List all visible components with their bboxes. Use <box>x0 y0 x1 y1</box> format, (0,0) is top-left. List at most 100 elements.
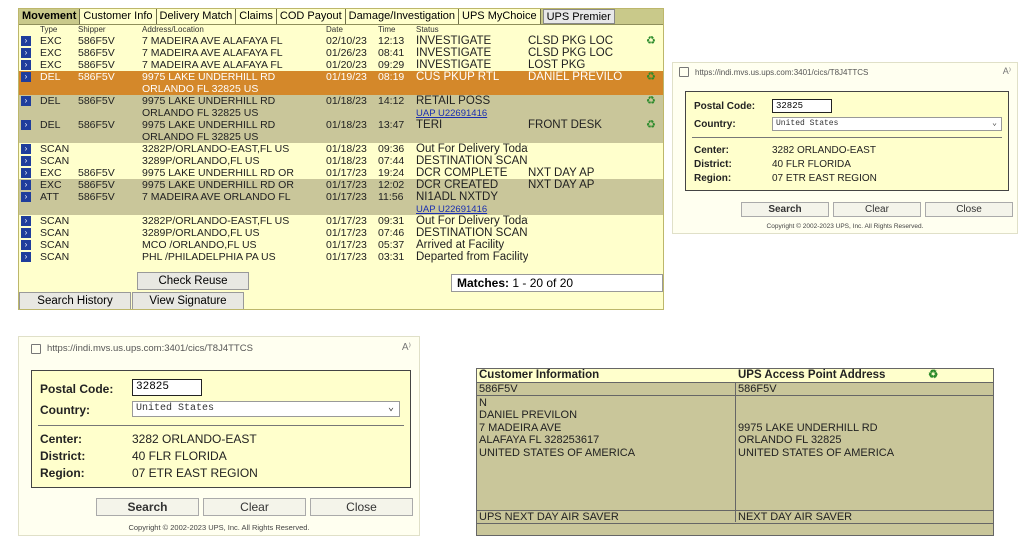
cell-address: 7 MADEIRA AVE ORLANDO FL <box>142 191 291 203</box>
cell-time: 07:46 <box>378 227 405 239</box>
cell-type: SCAN <box>40 215 70 227</box>
tab-customer-info[interactable]: Customer Info <box>80 9 157 24</box>
access-point-lines: 586F5V 9975 LAKE UNDERHILL RD ORLANDO FL 3… <box>738 383 894 459</box>
table-row[interactable]: › SCAN 3289P/ORLANDO,FL US 01/18/23 07:44 DES… <box>19 155 663 167</box>
cell-status: DESTINATION SCAN <box>416 155 528 167</box>
row-select-icon[interactable]: › <box>21 144 31 154</box>
tab-claims[interactable]: Claims <box>236 9 277 24</box>
row-select-icon[interactable]: › <box>21 180 31 190</box>
close-button[interactable]: Close <box>925 202 1013 217</box>
customer-info-lines: 586F5V N DANIEL PREVILON 7 MADEIRA AVE ALAFA… <box>479 383 635 459</box>
table-row[interactable]: › SCAN 3282P/ORLANDO-EAST,FL US 01/17/23 09:… <box>19 215 663 227</box>
cell-address-line2: ORLANDO FL 32825 US <box>142 83 259 95</box>
cell-time: 19:24 <box>378 167 405 179</box>
cell-time: 05:37 <box>378 239 405 251</box>
table-row[interactable]: › SCAN PHL /PHILADELPHIA PA US 01/17/23 03:3… <box>19 251 663 263</box>
row-select-icon[interactable]: › <box>21 192 31 202</box>
row-select-icon[interactable]: › <box>21 252 31 262</box>
table-row[interactable]: › EXC 586F5V 9975 LAKE UNDERHILL RD OR 01/17… <box>19 179 663 191</box>
divider <box>692 137 1002 138</box>
cell-time: 08:41 <box>378 47 405 59</box>
table-row[interactable]: › ATT 586F5V 7 MADEIRA AVE ORLANDO FL 01/17/… <box>19 191 663 215</box>
cell-shipper <box>78 227 142 239</box>
row-select-icon[interactable]: › <box>21 96 31 106</box>
cell-type: SCAN <box>40 227 70 239</box>
cell-date: 01/18/23 <box>326 143 367 155</box>
uap-link[interactable]: UAP U22691416 <box>416 204 487 215</box>
table-row[interactable]: › SCAN 3289P/ORLANDO,FL US 01/17/23 07:46 DES… <box>19 227 663 239</box>
country-select[interactable]: United States ⌄ <box>132 401 400 417</box>
search-button[interactable]: Search <box>96 498 199 516</box>
row-select-icon[interactable]: › <box>21 36 31 46</box>
cell-extra <box>528 191 646 215</box>
uap-link[interactable]: UAP U22691416 <box>416 108 487 119</box>
row-select-icon[interactable]: › <box>21 240 31 250</box>
url-bar[interactable]: https://indi.mvs.us.ups.com:3401/cics/T8… <box>679 67 868 77</box>
tab-ups-mychoice[interactable]: UPS MyChoice <box>459 9 541 24</box>
customer-info-header: Customer Information <box>477 369 738 383</box>
cell-address: 7 MADEIRA AVE ALAFAYA FL <box>142 59 283 71</box>
access-point-header: UPS Access Point Address ♻ <box>736 369 993 383</box>
cell-shipper: 586F5V <box>78 59 115 71</box>
tab-delivery-match[interactable]: Delivery Match <box>156 9 237 24</box>
row-select-icon[interactable]: › <box>21 120 31 130</box>
postal-code-label: Postal Code: <box>694 101 756 112</box>
view-signature-button[interactable]: View Signature <box>132 292 244 309</box>
row-select-icon[interactable]: › <box>21 216 31 226</box>
tab-ups-premier[interactable]: UPS Premier <box>542 9 615 24</box>
table-row[interactable]: › DEL 586F5V 9975 LAKE UNDERHILL RD ORLANDO … <box>19 71 663 95</box>
cell-type: EXC <box>40 179 62 191</box>
recycle-icon: ♻ <box>646 71 656 83</box>
close-button[interactable]: Close <box>310 498 413 516</box>
info-line: ALAFAYA FL 328253617 <box>479 434 600 446</box>
table-row[interactable]: › EXC 586F5V 7 MADEIRA AVE ALAFAYA FL 02/10/… <box>19 35 663 47</box>
tab-movement[interactable]: Movement <box>19 9 81 24</box>
url-bar[interactable]: https://indi.mvs.us.ups.com:3401/cics/T8… <box>31 343 253 354</box>
district-value: 40 FLR FLORIDA <box>772 159 851 170</box>
cell-type: EXC <box>40 47 62 59</box>
cell-shipper: 586F5V <box>78 179 115 191</box>
table-row[interactable]: › EXC 586F5V 7 MADEIRA AVE ALAFAYA FL 01/26/… <box>19 47 663 59</box>
check-reuse-button[interactable]: Check Reuse <box>137 272 249 290</box>
row-select-icon[interactable]: › <box>21 156 31 166</box>
cell-status: TERI <box>416 119 443 131</box>
search-history-button[interactable]: Search History <box>19 292 131 309</box>
center-label: Center: <box>40 432 83 446</box>
info-line <box>738 409 894 422</box>
cell-date: 01/17/23 <box>326 179 367 191</box>
clear-button[interactable]: Clear <box>203 498 306 516</box>
postal-code-input[interactable]: 32825 <box>132 379 202 396</box>
row-select-icon[interactable]: › <box>21 60 31 70</box>
cell-address: 9975 LAKE UNDERHILL RD <box>142 95 276 107</box>
tab-damage-investigation[interactable]: Damage/Investigation <box>345 9 460 24</box>
cell-extra <box>528 215 646 227</box>
table-row[interactable]: › EXC 586F5V 9975 LAKE UNDERHILL RD OR 01/17… <box>19 167 663 179</box>
cell-shipper: 586F5V <box>78 47 115 59</box>
table-row[interactable]: › DEL 586F5V 9975 LAKE UNDERHILL RD ORLANDO … <box>19 119 663 143</box>
search-button[interactable]: Search <box>741 202 829 217</box>
reader-mode-icon[interactable]: A⁾ <box>1003 66 1011 77</box>
cell-time: 09:29 <box>378 59 405 71</box>
cell-extra: NXT DAY AP <box>528 179 595 191</box>
cell-date: 01/17/23 <box>326 215 367 227</box>
clear-button[interactable]: Clear <box>833 202 921 217</box>
table-row[interactable]: › SCAN 3282P/ORLANDO-EAST,FL US 01/18/23 09:… <box>19 143 663 155</box>
row-select-icon[interactable]: › <box>21 48 31 58</box>
col-status: Status <box>416 25 439 34</box>
row-select-icon[interactable]: › <box>21 72 31 82</box>
tab-cod-payout[interactable]: COD Payout <box>276 9 346 24</box>
country-select[interactable]: United States ⌄ <box>772 117 1002 131</box>
table-row[interactable]: › DEL 586F5V 9975 LAKE UNDERHILL RD ORLANDO … <box>19 95 663 119</box>
cell-shipper: 586F5V <box>78 95 115 107</box>
cell-extra <box>528 143 646 155</box>
service-right: NEXT DAY AIR SAVER <box>738 511 853 523</box>
postal-code-input[interactable]: 32825 <box>772 99 832 113</box>
cell-time: 08:19 <box>378 71 405 83</box>
reader-mode-icon[interactable]: A⁾ <box>402 342 411 353</box>
row-select-icon[interactable]: › <box>21 168 31 178</box>
table-row[interactable]: › EXC 586F5V 7 MADEIRA AVE ALAFAYA FL 01/20/… <box>19 59 663 71</box>
row-select-icon[interactable]: › <box>21 228 31 238</box>
region-value: 07 ETR EAST REGION <box>772 173 877 184</box>
table-row[interactable]: › SCAN MCO /ORLANDO,FL US 01/17/23 05:37 Arri… <box>19 239 663 251</box>
region-label: Region: <box>694 173 732 184</box>
